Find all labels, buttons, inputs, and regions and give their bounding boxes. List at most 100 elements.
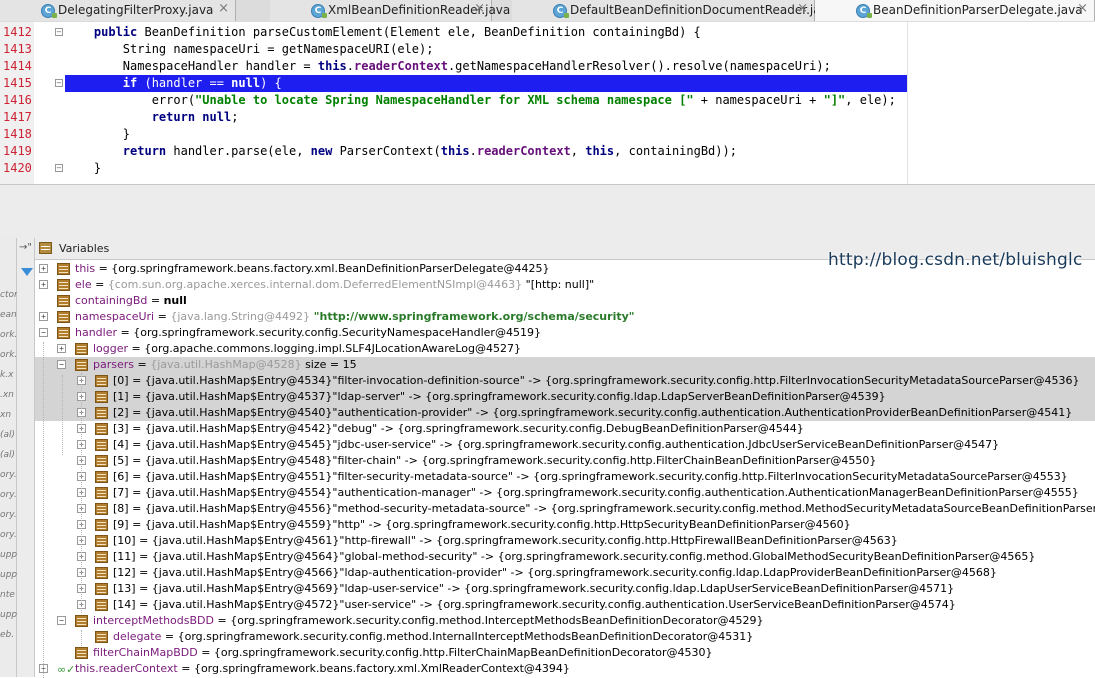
fold-toggle-icon[interactable]: − (55, 28, 63, 36)
value-part: null (163, 294, 187, 307)
expand-icon[interactable]: + (57, 344, 66, 353)
variable-row[interactable]: − parsers = {java.util.HashMap@4528} size… (35, 357, 1095, 373)
editor-tab[interactable]: C DefaultBeanDefinitionDocumentReader.jav… (512, 0, 835, 21)
editor-tab-bar: C DelegatingFilterProxy.java × C XmlBeanDefi… (0, 0, 1095, 23)
variable-row[interactable]: containingBd = null (35, 293, 1095, 309)
value-part: handler (75, 326, 118, 339)
tree-guide-line (81, 630, 82, 646)
variable-row[interactable]: + [9] = {java.util.HashMap$Entry@4559}"ht… (35, 517, 1095, 533)
frame-fragment: (al) (0, 450, 16, 460)
variable-text: logger = {org.apache.commons.logging.imp… (93, 341, 521, 357)
variable-row[interactable]: + ele = {com.sun.org.apache.xerces.intern… (35, 277, 1095, 293)
value-part: this.readerContext (75, 662, 178, 675)
variable-row[interactable]: + [5] = {java.util.HashMap$Entry@4548}"fi… (35, 453, 1095, 469)
collapse-icon[interactable]: − (57, 616, 66, 625)
value-part: delegate (113, 630, 162, 643)
field-icon (57, 263, 70, 275)
variable-row[interactable]: − interceptMethodsBDD = {org.springframew… (35, 613, 1095, 629)
variables-title: Variables (59, 242, 110, 255)
variable-text: parsers = {java.util.HashMap@4528} size … (93, 357, 357, 373)
field-icon (57, 311, 70, 323)
fold-toggle-icon[interactable]: − (55, 164, 63, 172)
value-part: = {org.springframework.security.config.m… (161, 630, 754, 643)
code-token: . (469, 144, 477, 158)
value-part: [6] = {java.util.HashMap$Entry@4551}"fil… (113, 470, 1068, 483)
variable-row[interactable]: + [7] = {java.util.HashMap$Entry@4554}"au… (35, 485, 1095, 501)
code-token: return (151, 110, 196, 124)
frame-fragment: .xn (0, 390, 14, 400)
close-icon[interactable]: × (218, 1, 229, 16)
editor-tab[interactable]: C BeanDefinitionParserDelegate.java × (815, 0, 1095, 21)
variable-row[interactable]: + [12] = {java.util.HashMap$Entry@4566}"l… (35, 565, 1095, 581)
variable-text: [13] = {java.util.HashMap$Entry@4569}"ld… (113, 581, 954, 597)
close-icon[interactable]: × (797, 1, 808, 16)
expand-icon[interactable]: + (39, 280, 48, 289)
code-line[interactable]: 1417 return null; (0, 109, 1095, 126)
code-token: ) { (260, 76, 282, 90)
field-icon (75, 343, 88, 355)
code-token: return (122, 144, 167, 158)
variable-row[interactable]: + [0] = {java.util.HashMap$Entry@4534}"fi… (35, 373, 1095, 389)
code-token: NamespaceHandler handler = (65, 59, 318, 73)
frame-fragment: ory. (0, 510, 17, 520)
value-part: [7] = {java.util.HashMap$Entry@4554}"aut… (113, 486, 1079, 499)
variable-row[interactable]: filterChainMapBDD = {org.springframework… (35, 645, 1095, 661)
variable-row[interactable]: + [8] = {java.util.HashMap$Entry@4556}"me… (35, 501, 1095, 517)
editor-tab[interactable]: C XmlBeanDefinitionReader.java × (270, 0, 510, 21)
variable-row[interactable]: + namespaceUri = {java.lang.String@4492} … (35, 309, 1095, 325)
variable-row[interactable]: + ∞✓ this.readerContext = {org.springframe… (35, 661, 1095, 677)
code-line[interactable]: 1415 if (handler == null) { (0, 75, 1095, 92)
tree-guide-line (62, 375, 63, 455)
variable-row[interactable]: + [1] = {java.util.HashMap$Entry@4537}"ld… (35, 389, 1095, 405)
frame-fragment: nte (0, 590, 15, 600)
variable-row[interactable]: + [2] = {java.util.HashMap$Entry@4540}"au… (35, 405, 1095, 421)
variable-row[interactable]: + [10] = {java.util.HashMap$Entry@4561}"h… (35, 533, 1095, 549)
code-line[interactable]: 1419 return handler.parse(ele, new Parse… (0, 143, 1095, 160)
variable-text: delegate = {org.springframework.security… (113, 629, 753, 645)
close-icon[interactable]: × (1077, 1, 1088, 16)
code-line[interactable]: 1420 } (0, 160, 1095, 177)
code-line[interactable]: 1414 NamespaceHandler handler = this.rea… (0, 58, 1095, 75)
code-token: (handler == (137, 76, 232, 90)
variable-row[interactable]: + logger = {org.apache.commons.logging.im… (35, 341, 1095, 357)
filter-icon[interactable] (21, 268, 33, 276)
variable-row[interactable]: + [11] = {java.util.HashMap$Entry@4564}"g… (35, 549, 1095, 565)
pin-icon[interactable]: →" (19, 242, 32, 253)
variable-row[interactable]: delegate = {org.springframework.security… (35, 629, 1095, 645)
code-editor[interactable]: 1412 public BeanDefinition parseCustomEl… (0, 22, 1095, 184)
value-part: interceptMethodsBDD (93, 614, 214, 627)
value-part: filterChainMapBDD (93, 646, 198, 659)
code-line[interactable]: 1416 error("Unable to locate Spring Name… (0, 92, 1095, 109)
field-icon (95, 407, 108, 419)
code-token: , ele); (845, 93, 896, 107)
field-icon (95, 439, 108, 451)
field-icon (95, 551, 108, 563)
value-part: = (147, 294, 164, 307)
code-token: , containingBd)); (614, 144, 737, 158)
expand-icon[interactable]: + (39, 264, 48, 273)
variable-row[interactable]: + [4] = {java.util.HashMap$Entry@4545}"jd… (35, 437, 1095, 453)
variable-row[interactable]: + [13] = {java.util.HashMap$Entry@4569}"l… (35, 581, 1095, 597)
code-text: } (65, 161, 101, 175)
variable-row[interactable]: + [6] = {java.util.HashMap$Entry@4551}"fi… (35, 469, 1095, 485)
close-icon[interactable]: × (474, 1, 485, 16)
code-token: null (231, 76, 261, 90)
variables-tree[interactable]: + this = {org.springframework.beans.facto… (35, 260, 1095, 678)
code-line[interactable]: 1413 String namespaceUri = getNamespaceU… (0, 41, 1095, 58)
variable-row[interactable]: + [14] = {java.util.HashMap$Entry@4572}"u… (35, 597, 1095, 613)
line-number: 1418 (3, 127, 32, 141)
editor-tab[interactable]: C DelegatingFilterProxy.java × (0, 0, 236, 21)
code-token: if (122, 76, 138, 90)
value-part: = {org.springframework.security.config.h… (197, 646, 713, 659)
fold-toggle-icon[interactable]: − (55, 79, 63, 87)
collapse-icon[interactable]: − (39, 328, 48, 337)
expand-icon[interactable]: + (39, 312, 48, 321)
variable-row[interactable]: − handler = {org.springframework.security… (35, 325, 1095, 341)
tab-label: DelegatingFilterProxy.java (58, 3, 214, 17)
collapse-icon[interactable]: − (57, 360, 66, 369)
code-line[interactable]: 1418 } (0, 126, 1095, 143)
code-line[interactable]: 1412 public BeanDefinition parseCustomEl… (0, 24, 1095, 41)
variables-icon (39, 242, 52, 254)
variable-row[interactable]: + [3] = {java.util.HashMap$Entry@4542}"de… (35, 421, 1095, 437)
